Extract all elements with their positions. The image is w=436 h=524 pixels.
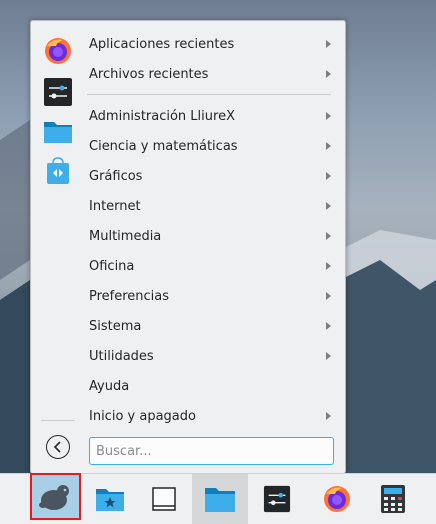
submenu-arrow-icon bbox=[326, 172, 331, 180]
discover-store-icon bbox=[47, 157, 69, 184]
favorite-discover[interactable] bbox=[42, 155, 74, 187]
menu-item-label: Ayuda bbox=[89, 378, 130, 394]
submenu-arrow-icon bbox=[326, 202, 331, 210]
menu-item-system[interactable]: Sistema bbox=[87, 311, 337, 341]
menu-item-label: Oficina bbox=[89, 258, 135, 274]
menu-item-science-math[interactable]: Ciencia y matemáticas bbox=[87, 131, 337, 161]
taskbar-file-manager[interactable] bbox=[192, 474, 248, 524]
firefox-icon bbox=[324, 486, 350, 512]
submenu-arrow-icon bbox=[326, 112, 331, 120]
menu-item-label: Multimedia bbox=[89, 228, 162, 244]
submenu-arrow-icon bbox=[326, 352, 331, 360]
sidebar-separator bbox=[41, 420, 75, 421]
taskbar-calculator[interactable] bbox=[365, 474, 421, 524]
favorite-folder-icon bbox=[96, 489, 124, 511]
menu-item-label: Inicio y apagado bbox=[89, 408, 196, 424]
search-input[interactable] bbox=[89, 437, 334, 465]
favorite-firefox[interactable] bbox=[42, 35, 74, 67]
taskbar-firefox[interactable] bbox=[309, 474, 365, 524]
file-manager-icon bbox=[205, 488, 235, 512]
folder-icon bbox=[44, 122, 72, 143]
menu-item-label: Ciencia y matemáticas bbox=[89, 138, 238, 154]
menu-item-recent-applications[interactable]: Aplicaciones recientes bbox=[87, 29, 337, 59]
taskbar-show-desktop[interactable] bbox=[136, 474, 192, 524]
menu-item-utilities[interactable]: Utilidades bbox=[87, 341, 337, 371]
submenu-arrow-icon bbox=[326, 412, 331, 420]
menu-item-label: Gráficos bbox=[89, 168, 143, 184]
menu-item-label: Utilidades bbox=[89, 348, 154, 364]
favorites-sidebar bbox=[31, 21, 85, 473]
menu-item-help[interactable]: Ayuda bbox=[87, 371, 337, 401]
menu-item-office[interactable]: Oficina bbox=[87, 251, 337, 281]
calculator-icon bbox=[381, 485, 405, 513]
firefox-icon bbox=[45, 38, 71, 64]
menu-item-label: Archivos recientes bbox=[89, 66, 209, 82]
submenu-arrow-icon bbox=[326, 142, 331, 150]
system-settings-icon bbox=[44, 78, 72, 106]
menu-item-label: Administración LliureX bbox=[89, 108, 235, 124]
lliurex-launcher-icon bbox=[38, 484, 69, 510]
application-launcher-button[interactable] bbox=[30, 473, 81, 520]
menu-item-lliurex-admin[interactable]: Administración LliureX bbox=[87, 101, 337, 131]
menu-item-power-session[interactable]: Inicio y apagado bbox=[87, 401, 337, 431]
show-desktop-icon bbox=[152, 487, 176, 511]
category-list: Aplicaciones recientes Archivos reciente… bbox=[87, 29, 337, 431]
submenu-arrow-icon bbox=[326, 232, 331, 240]
taskbar-system-settings[interactable] bbox=[249, 474, 305, 524]
list-separator bbox=[87, 94, 331, 95]
favorite-file-manager[interactable] bbox=[42, 115, 74, 147]
menu-item-label: Preferencias bbox=[89, 288, 170, 304]
system-settings-icon bbox=[263, 485, 291, 513]
menu-item-label: Aplicaciones recientes bbox=[89, 36, 235, 52]
submenu-arrow-icon bbox=[326, 292, 331, 300]
menu-item-multimedia[interactable]: Multimedia bbox=[87, 221, 337, 251]
submenu-arrow-icon bbox=[326, 70, 331, 78]
application-menu: Aplicaciones recientes Archivos reciente… bbox=[30, 20, 346, 474]
menu-item-recent-files[interactable]: Archivos recientes bbox=[87, 59, 337, 89]
menu-item-graphics[interactable]: Gráficos bbox=[87, 161, 337, 191]
menu-item-preferences[interactable]: Preferencias bbox=[87, 281, 337, 311]
menu-item-label: Sistema bbox=[89, 318, 142, 334]
back-button[interactable] bbox=[46, 435, 70, 459]
taskbar-favorite-folder[interactable] bbox=[82, 474, 138, 524]
menu-item-label: Internet bbox=[89, 198, 141, 214]
submenu-arrow-icon bbox=[326, 262, 331, 270]
submenu-arrow-icon bbox=[326, 40, 331, 48]
submenu-arrow-icon bbox=[326, 322, 331, 330]
menu-item-internet[interactable]: Internet bbox=[87, 191, 337, 221]
chevron-left-icon bbox=[53, 441, 61, 453]
favorite-system-settings[interactable] bbox=[42, 76, 74, 108]
